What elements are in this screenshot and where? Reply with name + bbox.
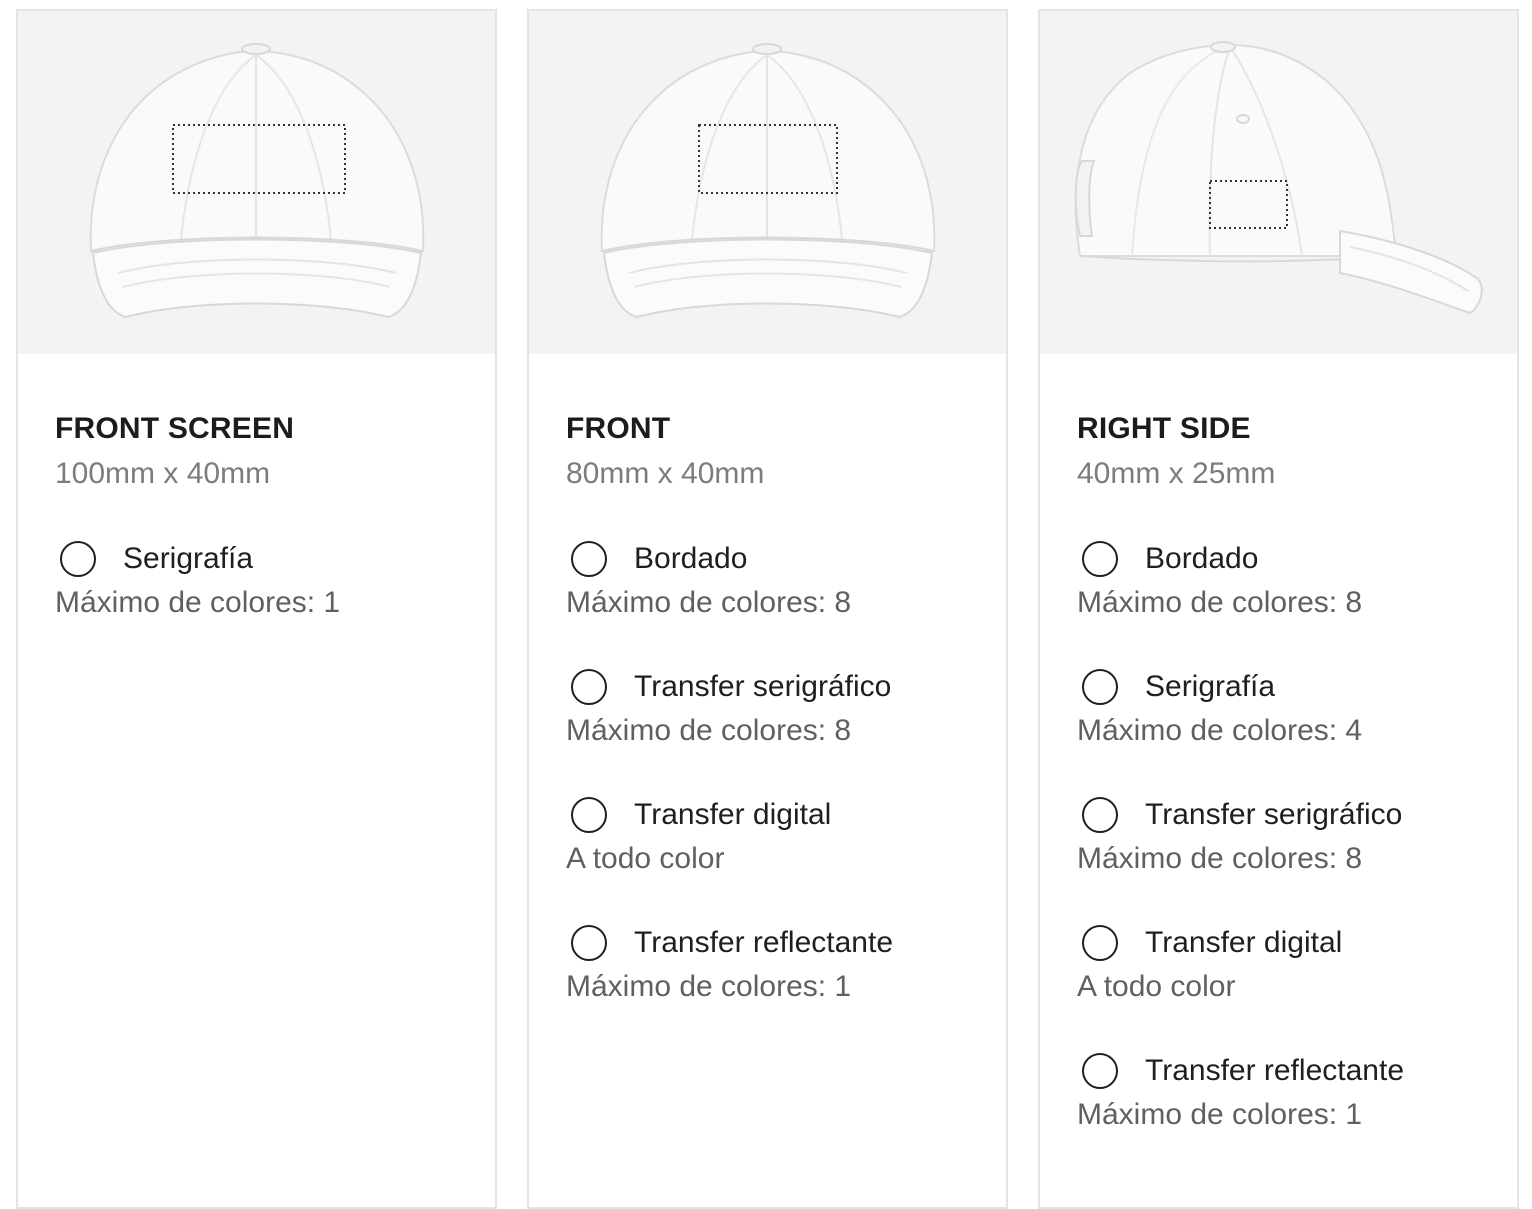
technique-option[interactable]: Transfer serigráfico Máximo de colores: … (1077, 792, 1507, 920)
technique-description: Máximo de colores: 1 (566, 970, 852, 1003)
technique-radio-row[interactable]: Transfer reflectante (1077, 1048, 1507, 1094)
radio-button[interactable] (1082, 925, 1118, 961)
technique-option[interactable]: Transfer serigráfico Máximo de colores: … (566, 664, 996, 792)
radio-button[interactable] (1082, 797, 1118, 833)
technique-label: Transfer serigráfico (1145, 798, 1403, 831)
radio-button[interactable] (60, 541, 96, 577)
technique-label: Transfer digital (1145, 926, 1343, 959)
radio-button[interactable] (1082, 669, 1118, 705)
radio-button[interactable] (1082, 1053, 1118, 1089)
radio-button[interactable] (571, 669, 607, 705)
technique-label: Bordado (1145, 542, 1259, 575)
technique-label: Transfer serigráfico (634, 670, 892, 703)
technique-description: Máximo de colores: 1 (1077, 1098, 1363, 1131)
technique-label: Serigrafía (123, 542, 254, 575)
technique-label: Transfer reflectante (634, 926, 893, 959)
technique-option[interactable]: Bordado Máximo de colores: 8 (566, 536, 996, 664)
print-area-dimensions: 80mm x 40mm (566, 457, 765, 490)
card-body: RIGHT SIDE 40mm x 25mm Bordado Máximo de… (1077, 409, 1507, 1176)
technique-option[interactable]: Transfer reflectante Máximo de colores: … (1077, 1048, 1507, 1176)
technique-radio-row[interactable]: Transfer serigráfico (566, 664, 996, 710)
technique-description: Máximo de colores: 8 (1077, 586, 1363, 619)
print-area-title: FRONT SCREEN (55, 412, 295, 445)
technique-option[interactable]: Transfer reflectante Máximo de colores: … (566, 920, 996, 1048)
cap-front-image (18, 11, 495, 354)
technique-label: Transfer digital (634, 798, 832, 831)
cap-front-icon (600, 43, 936, 319)
technique-description: A todo color (566, 842, 725, 875)
cap-side-icon (1074, 41, 1483, 315)
technique-option[interactable]: Transfer digital A todo color (1077, 920, 1507, 1048)
technique-radio-row[interactable]: Transfer reflectante (566, 920, 996, 966)
radio-button[interactable] (1082, 541, 1118, 577)
technique-label: Transfer reflectante (1145, 1054, 1404, 1087)
cap-side-image (1040, 11, 1517, 354)
radio-button[interactable] (571, 797, 607, 833)
print-area-card-front: FRONT 80mm x 40mm Bordado Máximo de colo… (527, 9, 1008, 1209)
print-area-dimensions: 40mm x 25mm (1077, 457, 1276, 490)
print-area-title: FRONT (566, 412, 671, 445)
technique-description: Máximo de colores: 8 (566, 714, 852, 747)
technique-options: Serigrafía Máximo de colores: 1 (55, 536, 485, 664)
card-body: FRONT 80mm x 40mm Bordado Máximo de colo… (566, 409, 996, 1048)
print-area-dimensions: 100mm x 40mm (55, 457, 271, 490)
technique-radio-row[interactable]: Transfer serigráfico (1077, 792, 1507, 838)
technique-option[interactable]: Serigrafía Máximo de colores: 1 (55, 536, 485, 664)
technique-description: A todo color (1077, 970, 1236, 1003)
technique-options: Bordado Máximo de colores: 8 Serigrafía … (1077, 536, 1507, 1176)
cap-front-icon (89, 43, 425, 319)
technique-option[interactable]: Transfer digital A todo color (566, 792, 996, 920)
radio-button[interactable] (571, 925, 607, 961)
technique-option[interactable]: Bordado Máximo de colores: 8 (1077, 536, 1507, 664)
technique-description: Máximo de colores: 1 (55, 586, 341, 619)
cap-front-image (529, 11, 1006, 354)
technique-radio-row[interactable]: Transfer digital (1077, 920, 1507, 966)
technique-label: Serigrafía (1145, 670, 1276, 703)
print-area-card-right-side: RIGHT SIDE 40mm x 25mm Bordado Máximo de… (1038, 9, 1519, 1209)
technique-description: Máximo de colores: 8 (1077, 842, 1363, 875)
technique-radio-row[interactable]: Serigrafía (55, 536, 485, 582)
technique-radio-row[interactable]: Transfer digital (566, 792, 996, 838)
print-area-card-front-screen: FRONT SCREEN 100mm x 40mm Serigrafía Máx… (16, 9, 497, 1209)
technique-label: Bordado (634, 542, 748, 575)
technique-radio-row[interactable]: Serigrafía (1077, 664, 1507, 710)
technique-description: Máximo de colores: 4 (1077, 714, 1363, 747)
technique-description: Máximo de colores: 8 (566, 586, 852, 619)
technique-option[interactable]: Serigrafía Máximo de colores: 4 (1077, 664, 1507, 792)
radio-button[interactable] (571, 541, 607, 577)
technique-options: Bordado Máximo de colores: 8 Transfer se… (566, 536, 996, 1048)
technique-radio-row[interactable]: Bordado (1077, 536, 1507, 582)
technique-radio-row[interactable]: Bordado (566, 536, 996, 582)
card-body: FRONT SCREEN 100mm x 40mm Serigrafía Máx… (55, 409, 485, 664)
print-area-title: RIGHT SIDE (1077, 412, 1251, 445)
